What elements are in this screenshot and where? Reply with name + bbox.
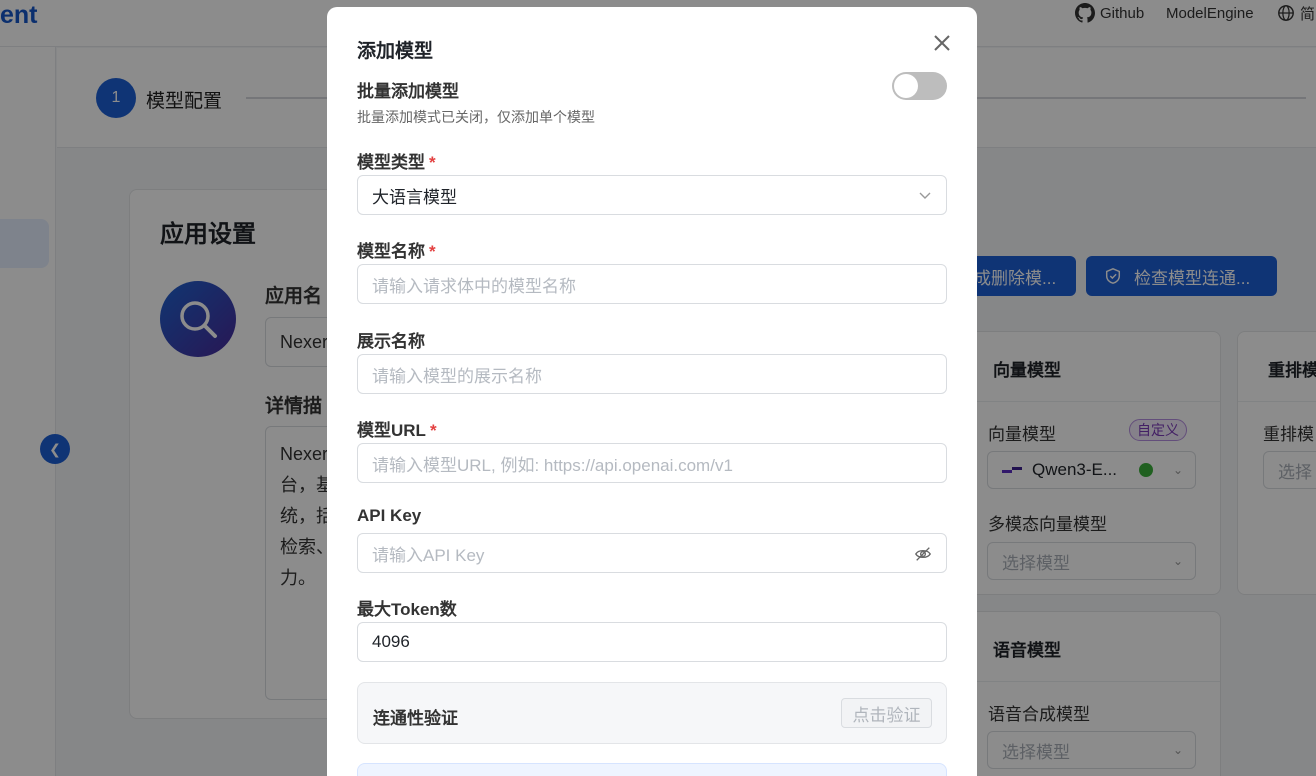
toggle-knob <box>894 74 918 98</box>
api-key-label: API Key <box>357 506 422 525</box>
model-name-label-text: 模型名称 <box>357 242 425 261</box>
batch-add-help-text: 批量添加模式已关闭，仅添加单个模型 <box>357 109 595 125</box>
required-mark: * <box>429 242 436 261</box>
verify-label: 连通性验证 <box>373 709 458 728</box>
model-url-label: 模型URL * <box>357 416 437 441</box>
model-type-label: 模型类型 * <box>357 148 436 173</box>
model-type-select[interactable]: 大语言模型 <box>357 175 947 215</box>
max-token-label: 最大Token数 <box>357 600 457 619</box>
model-name-placeholder: 请输入请求体中的模型名称 <box>372 276 576 296</box>
chevron-down-icon <box>919 192 931 199</box>
verify-button[interactable]: 点击验证 <box>841 698 932 728</box>
eye-off-icon[interactable] <box>914 545 932 563</box>
model-name-input[interactable]: 请输入请求体中的模型名称 <box>357 264 947 304</box>
add-model-dialog: 添加模型 批量添加模型 批量添加模式已关闭，仅添加单个模型 模型类型 * 大语言模… <box>327 7 977 776</box>
model-type-label-text: 模型类型 <box>357 153 425 172</box>
api-key-placeholder: 请输入API Key <box>372 545 485 565</box>
batch-add-label: 批量添加模型 <box>357 82 459 101</box>
required-mark: * <box>429 421 437 440</box>
api-key-input[interactable]: 请输入API Key <box>357 533 947 573</box>
display-name-placeholder: 请输入模型的展示名称 <box>372 366 542 386</box>
model-url-input[interactable]: 请输入模型URL, 例如: https://api.openai.com/v1 <box>357 443 947 483</box>
model-url-placeholder: 请输入模型URL, 例如: https://api.openai.com/v1 <box>372 455 733 475</box>
model-url-label-text: 模型URL <box>357 421 426 440</box>
batch-add-toggle[interactable] <box>892 72 947 100</box>
model-name-label: 模型名称 * <box>357 237 436 262</box>
info-alert <box>357 763 947 776</box>
model-type-value: 大语言模型 <box>372 187 457 207</box>
connectivity-verify-section: 连通性验证 点击验证 <box>357 682 947 744</box>
display-name-label: 展示名称 <box>357 332 425 351</box>
max-token-input[interactable]: 4096 <box>357 622 947 662</box>
max-token-value: 4096 <box>372 632 410 651</box>
dialog-title: 添加模型 <box>357 41 434 62</box>
close-icon[interactable] <box>930 31 954 55</box>
display-name-input[interactable]: 请输入模型的展示名称 <box>357 354 947 394</box>
required-mark: * <box>429 153 436 172</box>
